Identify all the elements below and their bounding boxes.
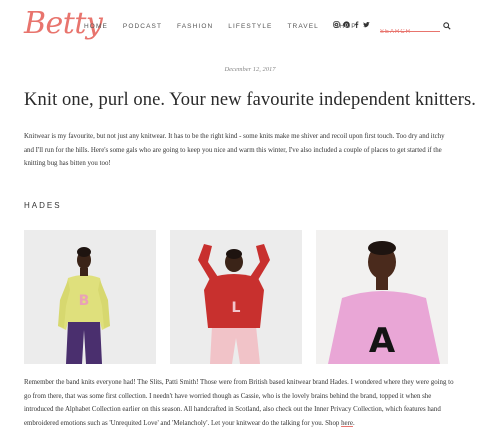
- svg-text:p: p: [345, 23, 348, 28]
- site-header: Betty HOME PODCAST FASHION LIFESTYLE TRA…: [0, 0, 500, 52]
- model-red-jumper-photo[interactable]: L: [170, 230, 302, 364]
- pinterest-icon[interactable]: p: [343, 21, 350, 31]
- post-title: Knit one, purl one. Your new favourite i…: [24, 90, 476, 110]
- nav-lifestyle[interactable]: LIFESTYLE: [228, 23, 272, 30]
- post-date: December 12, 2017: [224, 66, 276, 73]
- social-links: p: [333, 21, 370, 31]
- post-body-text: Remember the band knits everyone had! Th…: [24, 379, 454, 427]
- search-icon[interactable]: [443, 22, 451, 30]
- post-body-end: .: [352, 419, 355, 427]
- model-pink-jumper-photo[interactable]: A: [316, 230, 448, 364]
- sweater-letter-a: A: [369, 321, 396, 361]
- post-intro: Knitwear is my favourite, but not just a…: [24, 133, 445, 167]
- main-nav: HOME PODCAST FASHION LIFESTYLE TRAVEL SH…: [84, 23, 372, 30]
- instagram-icon[interactable]: [333, 21, 340, 31]
- sweater-letter-b: B: [79, 293, 90, 309]
- nav-home[interactable]: HOME: [84, 23, 108, 30]
- twitter-icon[interactable]: [363, 21, 370, 31]
- section-heading: HADES: [24, 201, 62, 210]
- shop-here-link[interactable]: here: [341, 420, 353, 427]
- post-body: Remember the band knits everyone had! Th…: [24, 376, 454, 430]
- search-input[interactable]: [380, 29, 440, 35]
- sweater-letter-l: L: [232, 300, 241, 316]
- facebook-icon[interactable]: [353, 21, 360, 31]
- nav-fashion[interactable]: FASHION: [177, 23, 213, 30]
- search-field: [380, 20, 440, 35]
- model-yellow-jumper-photo[interactable]: B: [24, 230, 156, 364]
- nav-travel[interactable]: TRAVEL: [287, 23, 318, 30]
- nav-podcast[interactable]: PODCAST: [123, 23, 162, 30]
